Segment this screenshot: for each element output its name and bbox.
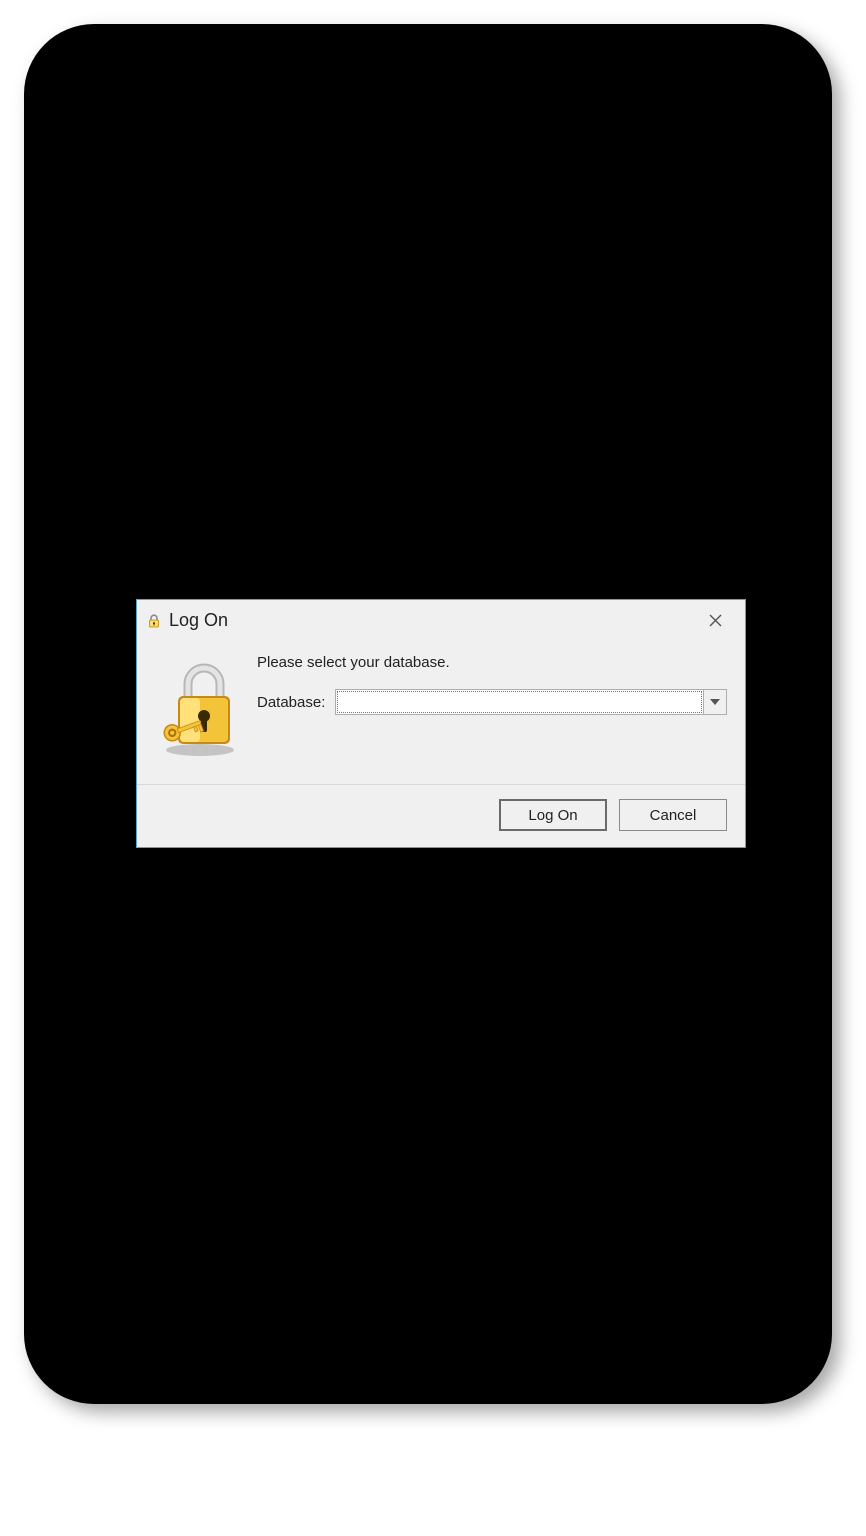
lock-key-icon <box>156 658 248 762</box>
database-combobox[interactable] <box>335 689 727 715</box>
database-label: Database: <box>257 694 325 711</box>
dialog-icon-column <box>147 652 257 762</box>
lock-icon <box>145 611 163 629</box>
titlebar: Log On <box>137 600 745 640</box>
dialog-footer: Log On Cancel <box>137 784 745 847</box>
database-dropdown-button[interactable] <box>703 690 726 714</box>
database-field-row: Database: <box>257 689 727 715</box>
cancel-button-label: Cancel <box>650 807 697 824</box>
dialog-title: Log On <box>169 610 228 631</box>
cancel-button[interactable]: Cancel <box>619 799 727 831</box>
close-button[interactable] <box>693 605 737 635</box>
database-input[interactable] <box>337 691 702 713</box>
device-frame: Log On <box>24 24 832 1404</box>
dialog-form: Please select your database. Database: <box>257 652 727 762</box>
logon-button[interactable]: Log On <box>499 799 607 831</box>
dialog-body: Please select your database. Database: <box>137 640 745 784</box>
logon-dialog: Log On <box>136 599 746 848</box>
chevron-down-icon <box>710 699 720 705</box>
instruction-text: Please select your database. <box>257 654 727 671</box>
logon-button-label: Log On <box>528 807 577 824</box>
